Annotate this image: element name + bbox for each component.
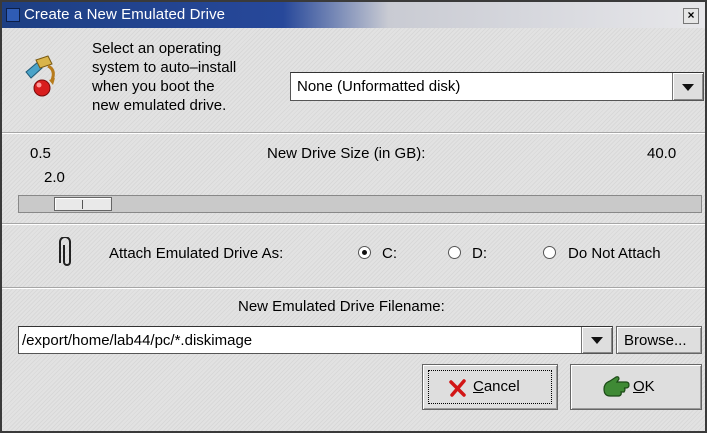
- os-prompt: Select an operating system to auto–insta…: [92, 39, 282, 115]
- size-max-label: 40.0: [647, 145, 677, 162]
- cancel-label: Cancel: [473, 378, 520, 395]
- os-select-value: None (Unformatted disk): [297, 78, 461, 95]
- close-button[interactable]: ×: [683, 8, 699, 24]
- x-mark-icon: [449, 379, 466, 397]
- browse-button[interactable]: Browse...: [616, 326, 702, 354]
- title-bar[interactable]: Create a New Emulated Drive ×: [2, 2, 705, 28]
- attach-radio-c[interactable]: [358, 246, 371, 259]
- os-prompt-line: system to auto–install: [92, 59, 237, 76]
- os-prompt-line: new emulated drive.: [92, 97, 227, 114]
- chevron-down-icon[interactable]: [581, 327, 612, 353]
- filename-combobox[interactable]: /export/home/lab44/pc/*.diskimage: [18, 326, 613, 354]
- attach-label: Attach Emulated Drive As:: [109, 245, 284, 262]
- os-prompt-line: Select an operating: [92, 40, 222, 57]
- pointing-hand-icon: [603, 376, 630, 397]
- size-slider-thumb[interactable]: [54, 197, 113, 211]
- size-slider[interactable]: [18, 195, 702, 213]
- attach-radio-d[interactable]: [448, 246, 461, 259]
- divider: [2, 287, 705, 289]
- attach-radio-none[interactable]: [543, 246, 556, 259]
- attach-option-d-label[interactable]: D:: [472, 245, 487, 262]
- paperclip-icon: [59, 237, 71, 266]
- cancel-button[interactable]: Cancel: [422, 364, 558, 410]
- ok-label: OK: [633, 378, 655, 395]
- install-disk-icon: [25, 55, 55, 97]
- size-min-label: 0.5: [30, 145, 51, 162]
- window-menu-icon[interactable]: [6, 8, 20, 22]
- window-title: Create a New Emulated Drive: [24, 6, 226, 23]
- attach-option-none-label[interactable]: Do Not Attach: [568, 245, 661, 262]
- filename-label: New Emulated Drive Filename:: [238, 298, 445, 315]
- os-select[interactable]: None (Unformatted disk): [290, 72, 704, 101]
- ok-button[interactable]: OK: [570, 364, 702, 410]
- chevron-down-icon[interactable]: [672, 73, 703, 100]
- size-current-label: 2.0: [44, 169, 65, 186]
- size-title: New Drive Size (in GB):: [267, 145, 426, 162]
- dialog-window: Create a New Emulated Drive × Select an …: [0, 0, 707, 433]
- divider: [2, 132, 705, 134]
- os-prompt-line: when you boot the: [92, 78, 215, 95]
- filename-input[interactable]: /export/home/lab44/pc/*.diskimage: [22, 332, 252, 349]
- browse-label: Browse...: [624, 332, 687, 349]
- attach-option-c-label[interactable]: C:: [382, 245, 397, 262]
- divider: [2, 223, 705, 225]
